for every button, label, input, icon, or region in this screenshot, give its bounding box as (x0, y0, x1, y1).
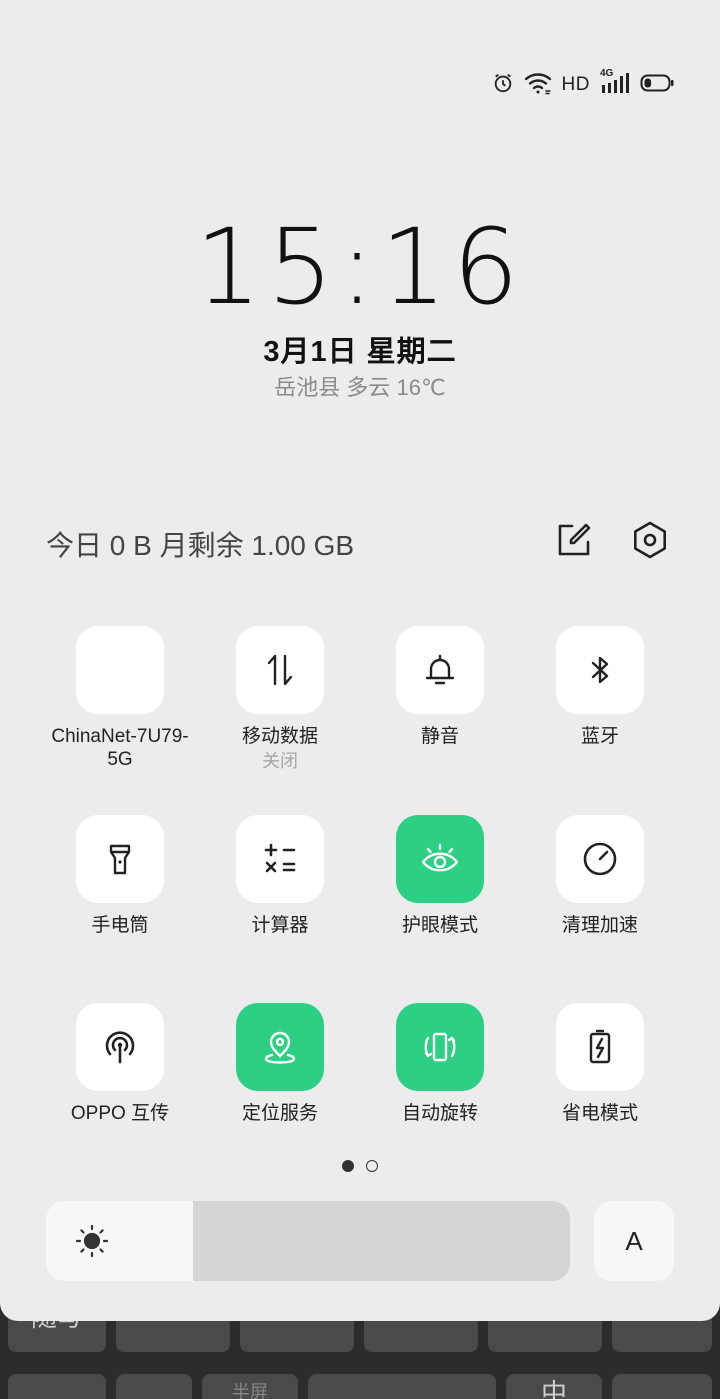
data-usage-text: 今日 0 B 月剩余 1.00 GB (46, 530, 355, 561)
tile-mobile-data[interactable]: 移动数据 关闭 (200, 626, 360, 774)
tile-wifi[interactable]: ChinaNet-7U79-5G (40, 626, 200, 771)
auto-rotate-toggle[interactable] (396, 1003, 484, 1091)
silent-toggle[interactable] (396, 626, 484, 714)
keyboard-key-banping[interactable]: 半屏 (202, 1374, 298, 1399)
bell-icon (425, 654, 455, 685)
keyboard-key-zhong[interactable]: 中 (506, 1374, 602, 1399)
wifi-icon (103, 657, 137, 684)
oppo-share-toggle[interactable] (76, 1003, 164, 1091)
settings-icon[interactable] (630, 520, 670, 560)
auto-brightness-button[interactable]: A (594, 1201, 674, 1281)
hd-indicator: HD (561, 74, 590, 95)
wifi-status-icon (524, 71, 552, 100)
tile-label: 蓝牙 (580, 726, 619, 747)
broadcast-icon (105, 1031, 135, 1064)
location-pin-icon (264, 1031, 296, 1064)
tile-label: 移动数据 (241, 726, 318, 747)
status-bar: HD 4G (492, 68, 674, 100)
keyboard-key[interactable] (612, 1374, 712, 1399)
power-saving-toggle[interactable] (556, 1003, 644, 1091)
tile-power-saving[interactable]: 省电模式 (520, 1003, 680, 1125)
brightness-fill (46, 1201, 193, 1281)
tile-label: ChinaNet-7U79-5G (51, 726, 189, 770)
flashlight-toggle[interactable] (76, 815, 164, 903)
tile-label: 手电筒 (91, 915, 149, 936)
wifi-toggle[interactable] (76, 626, 164, 714)
brightness-slider[interactable] (46, 1201, 570, 1281)
keyboard-space-key[interactable] (308, 1374, 496, 1399)
page-indicator (0, 1160, 720, 1172)
tile-calculator[interactable]: 计算器 (200, 815, 360, 937)
tile-label: OPPO 互传 (70, 1103, 170, 1124)
eye-care-toggle[interactable] (396, 815, 484, 903)
page-dot-1[interactable] (342, 1160, 354, 1172)
bluetooth-toggle[interactable] (556, 626, 644, 714)
mobile-data-toggle[interactable] (236, 626, 324, 714)
edit-icon[interactable] (554, 520, 594, 560)
keyboard-key[interactable] (8, 1374, 106, 1399)
eye-icon (421, 843, 459, 872)
tile-eye-care[interactable]: 护眼模式 (360, 815, 520, 937)
data-transfer-icon (267, 654, 293, 686)
tile-label: 省电模式 (561, 1103, 638, 1124)
battery-icon (640, 72, 674, 99)
speedometer-icon (583, 842, 617, 876)
tile-label: 护眼模式 (401, 915, 478, 936)
tile-cleanup[interactable]: 清理加速 (520, 815, 680, 937)
tile-oppo-share[interactable]: OPPO 互传 (40, 1003, 200, 1125)
tile-label: 静音 (420, 726, 459, 747)
signal-icon: 4G (600, 68, 630, 100)
flashlight-icon (109, 844, 131, 875)
tile-bluetooth[interactable]: 蓝牙 (520, 626, 680, 748)
page-dot-2[interactable] (366, 1160, 378, 1172)
tile-sub-label: 关闭 (262, 751, 298, 771)
calculator-icon (264, 843, 296, 873)
tile-auto-rotate[interactable]: 自动旋转 (360, 1003, 520, 1125)
cleanup-button[interactable] (556, 815, 644, 903)
calculator-button[interactable] (236, 815, 324, 903)
tile-silent[interactable]: 静音 (360, 626, 520, 748)
tile-location[interactable]: 定位服务 (200, 1003, 360, 1125)
tile-label: 清理加速 (561, 915, 638, 936)
clock-time: 15:16 (195, 206, 525, 328)
bluetooth-icon (591, 656, 609, 684)
tile-flashlight[interactable]: 手电筒 (40, 815, 200, 937)
keyboard-key[interactable] (116, 1374, 192, 1399)
weather-info: 岳池县 多云 16℃ (274, 375, 446, 400)
clock-date: 3月1日 星期二 (263, 336, 457, 368)
sun-icon (74, 1223, 110, 1264)
control-center-panel: HD 4G 15:16 3月1日 星期二 岳池县 多云 16℃ 今日 0 B 月… (0, 0, 720, 1321)
tile-label: 自动旋转 (401, 1103, 478, 1124)
tile-label: 定位服务 (241, 1103, 318, 1124)
tile-label: 计算器 (251, 915, 309, 936)
alarm-icon (492, 72, 514, 99)
battery-charging-icon (589, 1029, 611, 1064)
location-toggle[interactable] (236, 1003, 324, 1091)
rotate-phone-icon (424, 1032, 456, 1062)
